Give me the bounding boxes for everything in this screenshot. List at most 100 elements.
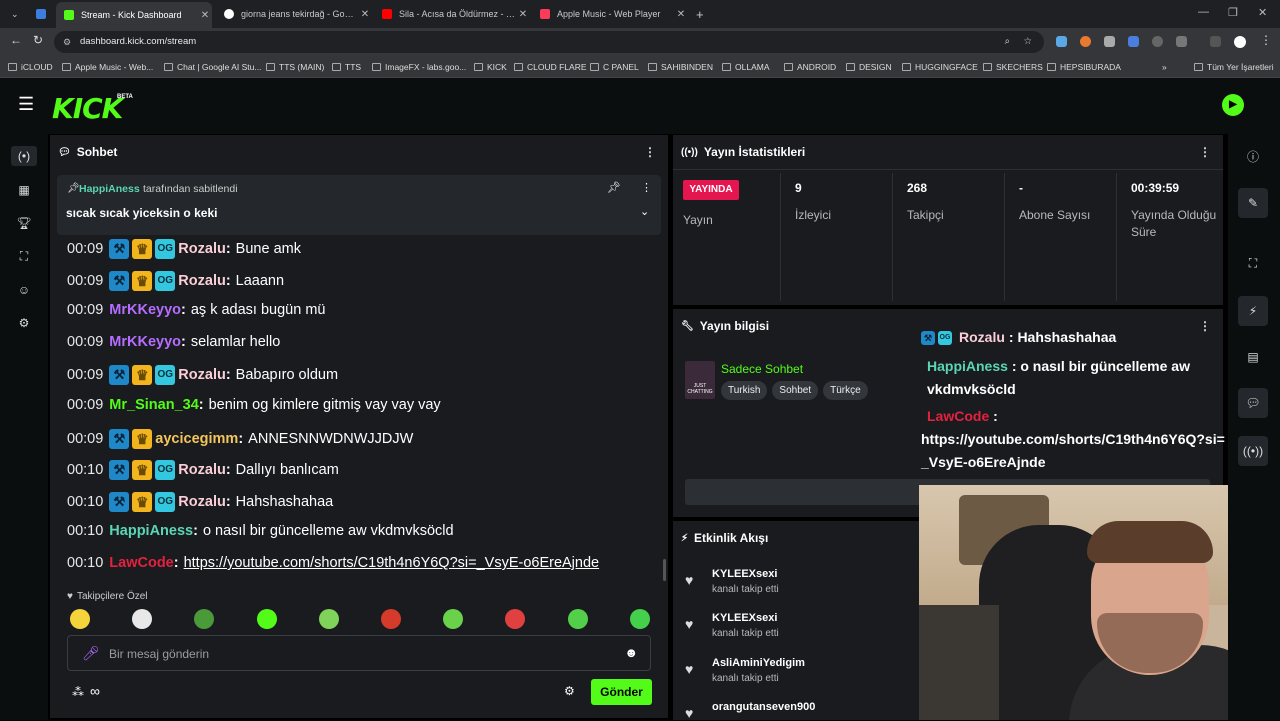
message-username[interactable]: LawCode xyxy=(109,555,173,571)
url-input[interactable]: ⚙ dashboard.kick.com/stream ⌕ ☆ xyxy=(54,31,1044,53)
lightning-tool-icon[interactable]: ⚡︎ xyxy=(1238,296,1268,326)
emote-icon[interactable] xyxy=(381,609,401,629)
message-username[interactable]: HappiAness xyxy=(109,523,193,539)
points-icon[interactable]: ⁂ xyxy=(72,685,84,699)
crown-badge-icon[interactable]: ♛ xyxy=(132,239,153,259)
bookmarks-more-button[interactable]: » xyxy=(1162,62,1167,72)
pinned-menu-icon[interactable]: ⋮ xyxy=(641,181,652,194)
analytics-nav-icon[interactable]: ▦ xyxy=(14,180,34,200)
activity-username[interactable]: orangutanseven900 xyxy=(712,701,815,713)
emote-icon[interactable] xyxy=(505,609,526,629)
reading-list-icon[interactable] xyxy=(1210,36,1221,47)
extension-icon[interactable] xyxy=(1080,36,1091,47)
emote-icon[interactable] xyxy=(132,609,153,629)
message-username[interactable]: Rozalu xyxy=(178,273,226,289)
message-username[interactable]: Rozalu xyxy=(178,241,226,257)
minimize-icon[interactable]: — xyxy=(1198,6,1209,18)
translate-extension-icon[interactable] xyxy=(1128,36,1139,47)
broadcast-tool-icon[interactable]: ((•)) xyxy=(1238,436,1268,466)
extensions-puzzle-icon[interactable] xyxy=(1176,36,1187,47)
chat-tool-icon[interactable]: 💬︎ xyxy=(1238,388,1268,418)
bookmark-item[interactable]: Apple Music - Web... xyxy=(62,62,153,72)
activity-username[interactable]: KYLEEXsexi xyxy=(712,568,777,580)
crown-badge-icon[interactable]: ♛ xyxy=(132,491,153,512)
og-badge-icon[interactable]: OG xyxy=(155,239,176,259)
user-avatar[interactable]: ▶ xyxy=(1222,94,1244,116)
back-icon[interactable]: ← xyxy=(10,33,22,47)
bookmark-item[interactable]: ImageFX - labs.goo... xyxy=(372,62,466,72)
message-link[interactable]: https://youtube.com/shorts/C19th4n6Y6Q?s… xyxy=(184,555,600,571)
message-username[interactable]: Rozalu xyxy=(178,494,226,510)
message-username[interactable]: Rozalu xyxy=(178,462,226,478)
emote-icon[interactable] xyxy=(194,609,215,629)
emote-icon[interactable] xyxy=(443,609,464,629)
restore-icon[interactable]: ❐ xyxy=(1228,6,1238,19)
unpin-icon[interactable]: 📌︎ xyxy=(607,181,621,194)
extension-icon[interactable] xyxy=(1152,36,1163,47)
bookmark-item[interactable]: OLLAMA xyxy=(722,62,770,72)
activity-username[interactable]: KYLEEXsexi xyxy=(712,612,777,624)
emote-icon[interactable] xyxy=(629,609,650,629)
community-nav-icon[interactable]: ☺ xyxy=(14,280,34,300)
chat-input[interactable]: 🎤︎ Bir mesaj gönderin ☻ xyxy=(67,635,651,671)
bookmark-item[interactable]: TTS (MAIN) xyxy=(266,62,324,72)
microphone-icon[interactable]: 🎤︎ xyxy=(82,645,100,662)
moderator-badge-icon[interactable]: ⚒ xyxy=(109,428,130,449)
chat-scrollbar[interactable] xyxy=(663,559,666,581)
close-icon[interactable]: ✕ xyxy=(358,9,372,20)
bookmark-item[interactable]: HEPSIBURADA xyxy=(1047,62,1121,72)
crown-badge-icon[interactable]: ♛ xyxy=(132,460,153,481)
chat-settings-icon[interactable]: ⚙ xyxy=(564,684,575,698)
activity-username[interactable]: AsliAminiYedigim xyxy=(712,657,805,669)
moderator-badge-icon[interactable]: ⚒ xyxy=(109,270,130,291)
close-icon[interactable]: ✕ xyxy=(674,9,688,20)
emote-icon[interactable] xyxy=(256,609,277,629)
tab-apple-music[interactable]: Apple Music - Web Player ✕ xyxy=(532,4,688,24)
crown-badge-icon[interactable]: ♛ xyxy=(132,365,153,386)
close-icon[interactable]: ✕ xyxy=(198,10,212,21)
emoji-icon[interactable]: ☻ xyxy=(624,645,638,660)
site-info-icon[interactable]: ⚙ xyxy=(63,31,71,53)
message-username[interactable]: aycicegimm xyxy=(155,431,238,447)
category-thumbnail[interactable]: JUST CHATTING xyxy=(685,361,715,399)
tab-google[interactable]: giorna jeans tekirdağ - Google'd ✕ xyxy=(216,4,372,24)
message-username[interactable]: Rozalu xyxy=(178,367,226,383)
screen-nav-icon[interactable]: ⛶ xyxy=(14,246,34,266)
bookmark-item[interactable]: C PANEL xyxy=(590,62,639,72)
emote-icon[interactable] xyxy=(318,609,339,629)
screen-capture-icon[interactable]: ⛶ xyxy=(1238,248,1268,278)
moderator-badge-icon[interactable]: ⚒ xyxy=(109,365,130,386)
settings-nav-icon[interactable]: ⚙ xyxy=(14,313,34,333)
all-bookmarks-folder[interactable]: Tüm Yer İşaretleri xyxy=(1194,62,1274,72)
og-badge-icon[interactable]: OG xyxy=(155,270,176,291)
message-username[interactable]: Mr_Sinan_34 xyxy=(109,397,198,413)
stream-nav-icon[interactable]: (•) xyxy=(11,146,37,166)
moderator-badge-icon[interactable]: ⚒ xyxy=(109,460,130,481)
kick-logo[interactable]: KICK xyxy=(52,92,123,125)
og-badge-icon[interactable]: OG xyxy=(155,460,176,481)
hamburger-menu-icon[interactable]: ☰ xyxy=(18,94,34,115)
tab-youtube[interactable]: Sila - Acısa da Öldürmez - YouT ✕ xyxy=(374,4,530,24)
tab-kick-dashboard[interactable]: Stream - Kick Dashboard ✕ xyxy=(56,2,212,28)
reload-icon[interactable]: ↻ xyxy=(33,33,43,47)
bookmark-item[interactable]: ANDROID xyxy=(784,62,836,72)
bookmark-item[interactable]: HUGGINGFACE xyxy=(902,62,978,72)
bookmark-item[interactable]: SKECHERS xyxy=(983,62,1043,72)
close-icon[interactable]: ✕ xyxy=(516,9,530,20)
crown-badge-icon[interactable]: ♛ xyxy=(132,428,153,449)
bookmark-item[interactable]: KICK xyxy=(474,62,507,72)
extension-icon[interactable] xyxy=(1056,36,1067,47)
new-tab-button[interactable]: + xyxy=(692,4,712,24)
chevron-down-icon[interactable]: ⌄ xyxy=(640,205,649,218)
tab-search-button[interactable]: ⌄ xyxy=(6,4,26,24)
close-window-icon[interactable]: ✕ xyxy=(1258,6,1267,19)
moderator-badge-icon[interactable]: ⚒ xyxy=(109,491,130,512)
message-username[interactable]: MrKKeyyo xyxy=(109,334,181,350)
zoom-icon[interactable]: ⌕ xyxy=(1005,31,1010,53)
notes-icon[interactable]: ▤ xyxy=(1238,342,1268,372)
emote-icon[interactable] xyxy=(70,609,90,629)
trophy-nav-icon[interactable]: 🏆︎ xyxy=(14,213,34,233)
category-name[interactable]: Sadece Sohbet xyxy=(721,362,803,376)
message-username[interactable]: MrKKeyyo xyxy=(109,302,181,318)
chat-menu-icon[interactable]: ⋮ xyxy=(644,145,656,159)
